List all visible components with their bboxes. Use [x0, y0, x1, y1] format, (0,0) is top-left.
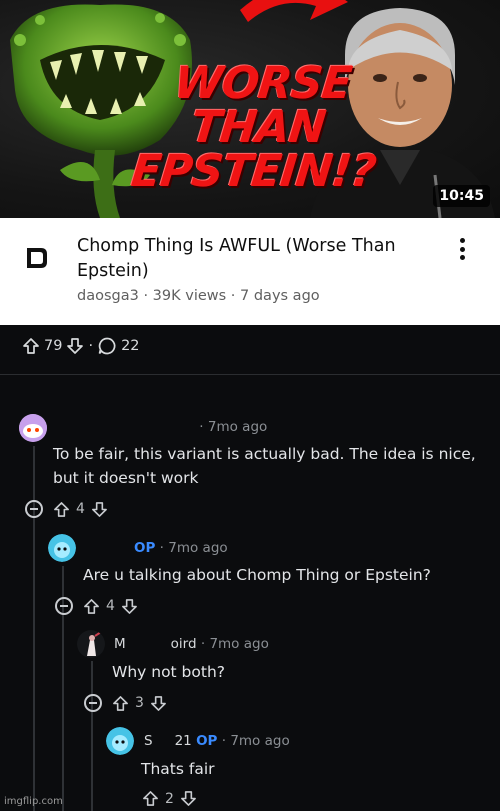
comment-author[interactable]: OP · 7mo ago	[84, 540, 228, 556]
comment-vote-count: 2	[165, 790, 174, 807]
upvote-icon[interactable]	[22, 337, 40, 355]
thumbnail-title-text: WORSE THAN EPSTEIN!?	[128, 58, 379, 197]
comment-vote-count: 4	[76, 501, 85, 517]
avatar[interactable]	[48, 534, 76, 562]
thread-line[interactable]	[91, 661, 93, 811]
upvote-icon[interactable]	[142, 790, 159, 807]
downvote-icon[interactable]	[180, 790, 197, 807]
watermark: imgflip.com	[4, 796, 63, 807]
video-metadata: daosga3 · 39K views · 7 days ago	[77, 288, 320, 304]
avatar[interactable]	[77, 630, 105, 658]
comment-actions: 4	[55, 597, 138, 615]
downvote-icon[interactable]	[91, 501, 108, 518]
collapse-thread-icon[interactable]	[84, 694, 102, 712]
channel-logo-icon[interactable]	[25, 246, 49, 270]
comment-actions: 2	[142, 790, 197, 807]
collapse-thread-icon[interactable]	[25, 500, 43, 518]
red-arrow-icon	[240, 0, 348, 22]
channel-name[interactable]: daosga3	[77, 288, 139, 304]
video-duration-badge: 10:45	[433, 185, 490, 207]
post-action-bar: 79 · 22	[0, 325, 500, 375]
comment-vote-count: 3	[135, 695, 144, 711]
comment-body: To be fair, this variant is actually bad…	[53, 445, 476, 487]
downvote-icon[interactable]	[66, 337, 84, 355]
comment-author[interactable]: Moird · 7mo ago	[114, 636, 269, 652]
downvote-icon[interactable]	[150, 695, 167, 712]
video-title[interactable]: Chomp Thing Is AWFUL (Worse Than Epstein…	[77, 234, 447, 284]
comment-body: Why not both?	[112, 663, 226, 681]
comment-body: Are u talking about Chomp Thing or Epste…	[83, 566, 431, 584]
video-thumbnail[interactable]: WORSE THAN EPSTEIN!? 10:45	[0, 0, 500, 218]
comment-thread: · 7mo ago To be fair, this variant is ac…	[0, 376, 500, 811]
comment-author[interactable]: S 21 OP · 7mo ago	[144, 733, 290, 749]
view-count: 39K views	[152, 288, 227, 304]
comment-author[interactable]: · 7mo ago	[55, 419, 267, 435]
post-vote-count: 79	[44, 338, 63, 354]
kebab-menu-icon[interactable]	[452, 236, 472, 262]
post-comment-count: 22	[121, 338, 140, 354]
comment-body: Thats fair	[141, 760, 215, 778]
comment-actions: 4	[25, 500, 108, 518]
comment-bubble-icon[interactable]	[97, 336, 117, 356]
upvote-icon[interactable]	[83, 598, 100, 615]
upvote-icon[interactable]	[112, 695, 129, 712]
avatar[interactable]	[19, 414, 47, 442]
video-info-panel[interactable]: Chomp Thing Is AWFUL (Worse Than Epstein…	[0, 218, 500, 325]
upvote-icon[interactable]	[53, 501, 70, 518]
collapse-thread-icon[interactable]	[55, 597, 73, 615]
upload-age: 7 days ago	[240, 288, 320, 304]
comment-actions: 3	[84, 694, 167, 712]
downvote-icon[interactable]	[121, 598, 138, 615]
avatar[interactable]	[106, 727, 134, 755]
comment-vote-count: 4	[106, 598, 115, 614]
